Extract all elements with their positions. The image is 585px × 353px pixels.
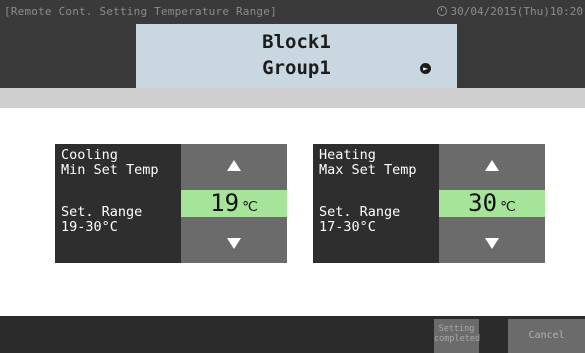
cooling-temp-value: 19 bbox=[210, 189, 240, 217]
screen-title: [Remote Cont. Setting Temperature Range] bbox=[4, 5, 277, 18]
heating-temp-value: 30 bbox=[468, 189, 498, 217]
heating-decrease-button[interactable] bbox=[439, 217, 545, 263]
cooling-range-value: 19-30°C bbox=[61, 219, 118, 235]
datetime-display: 30/04/2015(Thu)10:20 bbox=[436, 5, 583, 18]
cooling-min-temp-card: Cooling Min Set Temp Set. Range 19-30°C … bbox=[55, 144, 287, 263]
cooling-mode-label: Cooling Min Set Temp bbox=[61, 147, 159, 178]
heating-increase-button[interactable] bbox=[439, 144, 545, 190]
setting-completed-button[interactable]: Setting completed bbox=[434, 319, 480, 353]
block-name: Block1 bbox=[262, 31, 331, 53]
cooling-label-box: Cooling Min Set Temp Set. Range 19-30°C bbox=[55, 144, 181, 263]
group-next-icon[interactable]: ► bbox=[420, 63, 431, 74]
block-group-panel: Block1 Group1 ► bbox=[136, 24, 457, 88]
triangle-up-icon bbox=[485, 160, 499, 171]
group-name: Group1 bbox=[262, 57, 331, 79]
clock-icon bbox=[436, 6, 447, 16]
header-divider-band bbox=[0, 88, 585, 108]
triangle-down-icon bbox=[227, 238, 241, 249]
header-bar: [Remote Cont. Setting Temperature Range]… bbox=[0, 0, 585, 88]
remote-temperature-range-screen: [Remote Cont. Setting Temperature Range]… bbox=[0, 0, 585, 353]
cooling-temp-unit: ℃ bbox=[242, 199, 258, 215]
cooling-increase-button[interactable] bbox=[181, 144, 287, 190]
cancel-button[interactable]: Cancel bbox=[508, 319, 585, 353]
datetime-text: 30/04/2015(Thu)10:20 bbox=[450, 5, 583, 18]
cooling-value-display: 19 ℃ bbox=[181, 190, 287, 217]
cooling-decrease-button[interactable] bbox=[181, 217, 287, 263]
heating-label-box: Heating Max Set Temp Set. Range 17-30°C bbox=[313, 144, 439, 263]
heating-mode-label: Heating Max Set Temp bbox=[319, 147, 417, 178]
triangle-down-icon bbox=[485, 238, 499, 249]
triangle-up-icon bbox=[227, 160, 241, 171]
heating-range-value: 17-30°C bbox=[319, 219, 376, 235]
heating-temp-unit: ℃ bbox=[500, 199, 516, 215]
cooling-temp-stepper: 19 ℃ bbox=[181, 144, 287, 263]
heating-max-temp-card: Heating Max Set Temp Set. Range 17-30°C … bbox=[313, 144, 545, 263]
heating-temp-stepper: 30 ℃ bbox=[439, 144, 545, 263]
heating-value-display: 30 ℃ bbox=[439, 190, 545, 217]
heating-range-label: Set. Range bbox=[319, 204, 401, 220]
cooling-range-label: Set. Range bbox=[61, 204, 143, 220]
footer-bar bbox=[0, 316, 585, 353]
